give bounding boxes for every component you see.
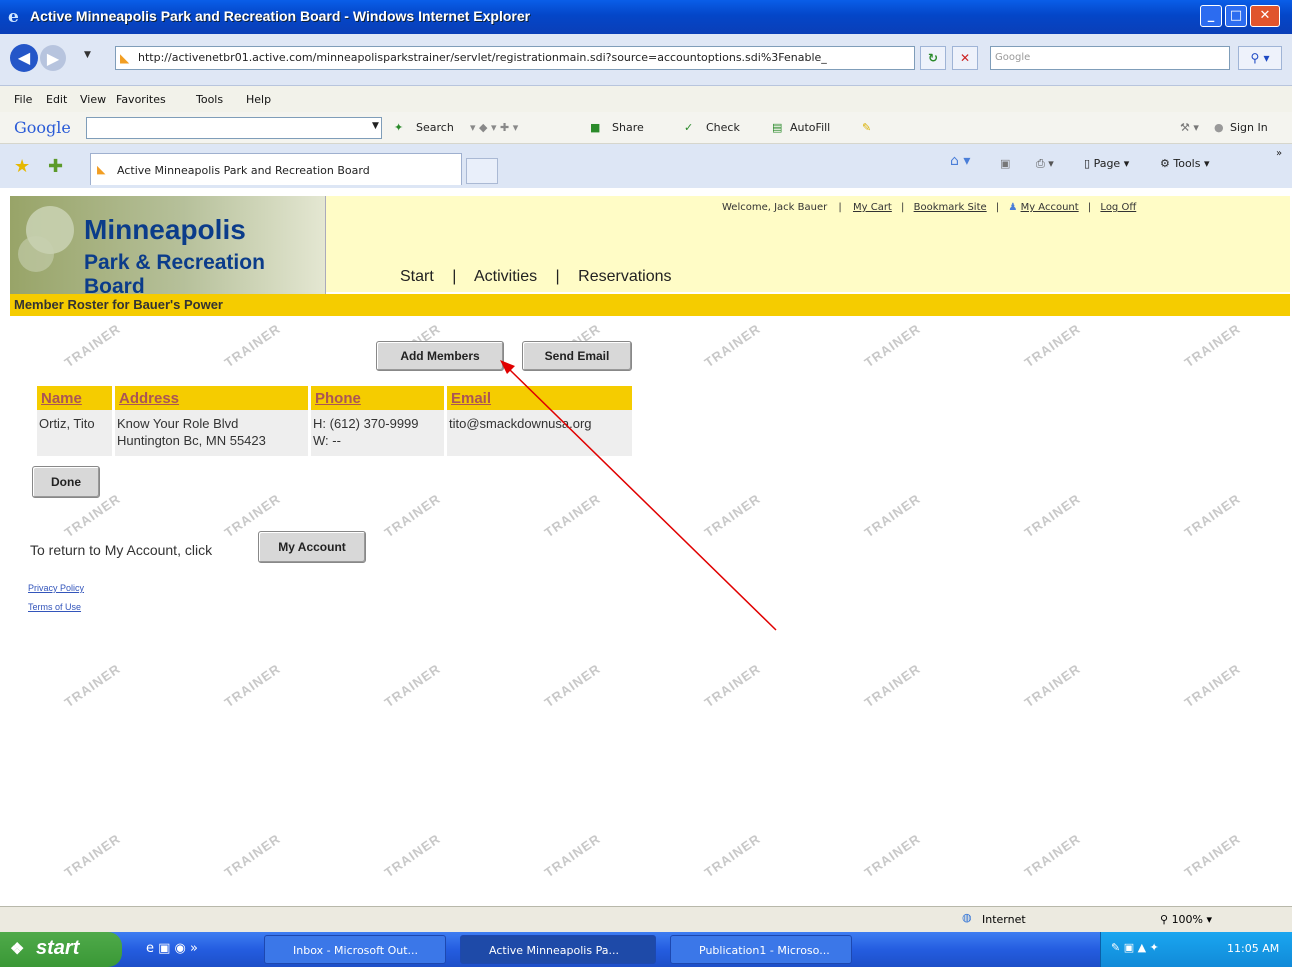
search-go-icon[interactable]: ⚲ ▾ [1238,46,1282,70]
wrench-icon[interactable]: ⚒ ▾ [1180,121,1199,134]
window-title-bar[interactable]: e Active Minneapolis Park and Recreation… [0,0,1292,34]
ie-logo-icon: e [8,7,19,27]
user-icon: ● [1214,121,1224,134]
share-icon: ■ [590,121,601,134]
address-row: ◀ ▶ ▼ ◣ http://activenetbr01.active.com/… [0,34,1292,86]
taskbar-item-outlook[interactable]: Inbox - Microsoft Out... [264,935,446,964]
maximize-button[interactable]: □ [1225,5,1247,27]
security-zone: Internet [982,913,1026,926]
google-dropdown-icon[interactable]: ▼ [372,121,379,131]
print-icon[interactable]: ⎙ ▾ [1036,157,1054,171]
share-button[interactable]: Share [612,121,644,134]
tab-row: ★ ✚ ◣ Active Minneapolis Park and Recrea… [0,144,1292,188]
search-input[interactable]: Google [990,46,1230,70]
chevron-more-icon[interactable]: » [1276,148,1282,159]
status-bar: ◍ Internet ⚲ 100% ▾ [0,906,1292,932]
start-button[interactable]: ❖ start [0,932,122,967]
close-window-button[interactable]: ✕ [1250,5,1280,27]
toolbar-separator-icon: ▾ ◆ ▾ ✚ ▾ [470,121,519,134]
minimize-button[interactable]: _ [1200,5,1222,27]
home-icon[interactable]: ⌂ ▾ [950,153,970,169]
tab-active[interactable]: ◣ Active Minneapolis Park and Recreation… [90,153,462,185]
favorites-star-icon[interactable]: ★ [14,156,30,177]
tools-menu-button[interactable]: ⚙ Tools ▾ [1160,157,1210,170]
check-button[interactable]: Check [706,121,740,134]
google-search-button[interactable]: Search [416,121,454,134]
page-icon: ◣ [120,51,130,65]
zoom-level[interactable]: ⚲ 100% ▾ [1160,913,1212,926]
menu-bar: File Edit View Favorites Tools Help [0,86,1292,112]
taskbar: ❖ start e ▣ ◉ » Inbox - Microsoft Out...… [0,932,1292,967]
web-page: Minneapolis Park & Recreation Board Welc… [10,188,1290,906]
google-search-input[interactable] [86,117,382,139]
tab-page-icon: ◣ [97,163,106,176]
tab-label: Active Minneapolis Park and Recreation B… [117,164,370,177]
google-search-icon: ✦ [394,121,404,134]
menu-view[interactable]: View [80,93,106,106]
autofill-icon: ▤ [772,121,783,134]
url-text: http://activenetbr01.active.com/minneapo… [138,51,827,64]
address-bar[interactable]: ◣ http://activenetbr01.active.com/minnea… [115,46,915,70]
annotation-arrow-line [509,369,777,631]
windows-logo-icon: ❖ [10,941,25,958]
new-tab-button[interactable] [466,158,498,184]
system-tray: ✎ ▣ ▲ ✦ 11:05 AM [1100,932,1292,967]
spellcheck-icon: ✓ [684,121,694,134]
feeds-icon[interactable]: ▣ [1000,157,1010,170]
annotation-arrow [500,360,777,631]
google-toolbar: Google ▼ ✦ Search ▾ ◆ ▾ ✚ ▾ ■ Share ✓ Ch… [0,112,1292,144]
globe-icon: ◍ [962,911,972,924]
pencil-icon[interactable]: ✎ [862,121,871,134]
tray-icons[interactable]: ✎ ▣ ▲ ✦ [1111,941,1159,954]
google-logo: Google [14,118,71,137]
refresh-button[interactable]: ↻ [920,46,946,70]
sign-in-button[interactable]: Sign In [1230,121,1268,134]
history-dropdown-icon[interactable]: ▼ [84,50,91,60]
menu-favorites[interactable]: Favorites [116,93,166,106]
window-title: Active Minneapolis Park and Recreation B… [30,8,531,24]
taskbar-item-publisher[interactable]: Publication1 - Microso... [670,935,852,964]
menu-tools[interactable]: Tools [196,93,223,106]
taskbar-item-ie[interactable]: Active Minneapolis Pa... [460,935,656,964]
add-favorite-icon[interactable]: ✚ [48,156,63,177]
autofill-button[interactable]: AutoFill [790,121,830,134]
menu-file[interactable]: File [14,93,32,106]
quick-launch-icons[interactable]: e ▣ ◉ » [146,941,198,956]
stop-button[interactable]: ✕ [952,46,978,70]
clock: 11:05 AM [1227,942,1280,955]
forward-button[interactable]: ▶ [40,45,66,71]
menu-edit[interactable]: Edit [46,93,67,106]
page-menu-button[interactable]: ▯ Page ▾ [1084,157,1129,170]
back-button[interactable]: ◀ [10,44,38,72]
menu-help[interactable]: Help [246,93,271,106]
